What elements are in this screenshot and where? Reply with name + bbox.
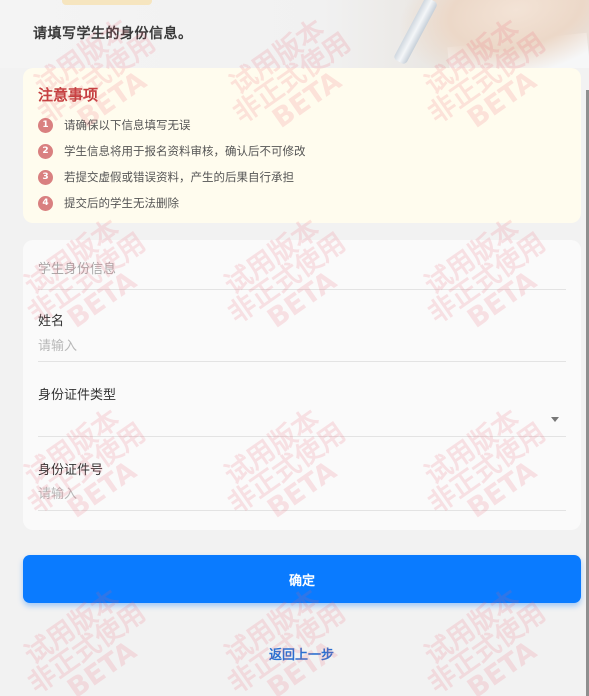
divider [38,289,566,290]
notice-item: 1 请确保以下信息填写无误 [38,112,306,138]
notice-title: 注意事项 [38,86,99,104]
student-form: 学生身份信息 姓名 身份证件类型 身份证件号 [23,240,581,530]
id-number-input[interactable] [38,483,566,505]
notice-list: 1 请确保以下信息填写无误 2 学生信息将用于报名资料审核，确认后不可修改 3 … [38,112,306,216]
divider [38,510,566,511]
form-section-title: 学生身份信息 [38,262,117,277]
number-badge-icon: 1 [38,117,53,133]
back-link[interactable]: 返回上一步 [0,644,589,663]
notice-item-text: 若提交虚假或错误资料，产生的后果自行承担 [64,170,294,184]
id-type-label: 身份证件类型 [38,388,117,403]
name-input[interactable] [38,335,566,357]
divider [38,361,566,362]
notice-item: 3 若提交虚假或错误资料，产生的后果自行承担 [38,164,306,190]
notice-item-text: 提交后的学生无法删除 [64,196,179,210]
chevron-down-icon[interactable] [551,417,559,422]
number-badge-icon: 2 [38,143,53,159]
notice-card: 注意事项 1 请确保以下信息填写无误 2 学生信息将用于报名资料审核，确认后不可… [23,68,581,223]
divider [38,436,566,437]
notice-item-text: 请确保以下信息填写无误 [64,118,191,132]
notice-item: 4 提交后的学生无法删除 [38,190,306,216]
id-number-label: 身份证件号 [38,463,104,478]
id-type-select[interactable] [38,406,566,432]
confirm-button[interactable]: 确定 [23,555,581,603]
page-title: 请填写学生的身份信息。 [33,26,193,42]
number-badge-icon: 4 [38,195,53,211]
header-banner: 请填写学生的身份信息。 [0,0,589,68]
notice-item-text: 学生信息将用于报名资料审核，确认后不可修改 [64,144,306,158]
header-accent [62,0,152,5]
notice-item: 2 学生信息将用于报名资料审核，确认后不可修改 [38,138,306,164]
number-badge-icon: 3 [38,169,53,185]
name-label: 姓名 [38,314,65,329]
